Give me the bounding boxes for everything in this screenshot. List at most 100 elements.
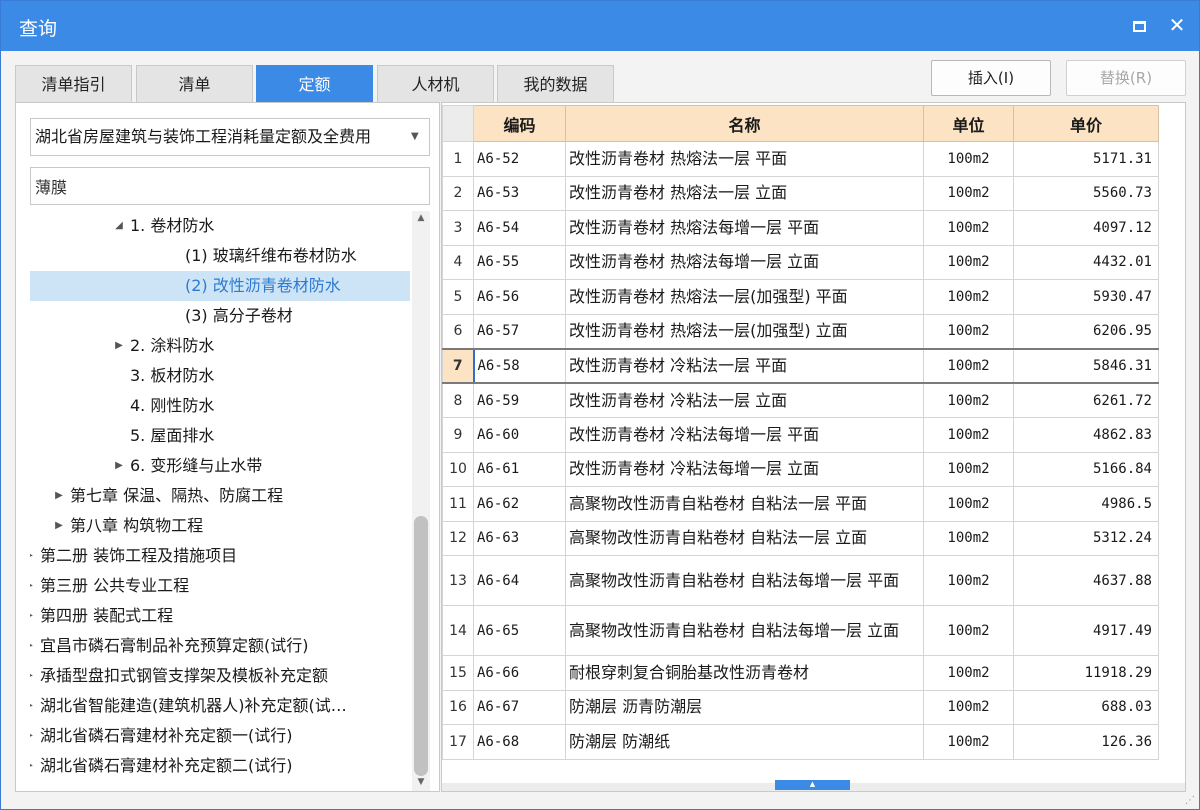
- price-cell[interactable]: 5560.73: [1013, 175, 1159, 211]
- row-index-cell[interactable]: 9: [442, 417, 474, 453]
- price-cell[interactable]: 4432.01: [1013, 244, 1159, 280]
- table-row[interactable]: 12 A6-63 高聚物改性沥青自粘卷材 自粘法一层 立面 100m2 5312.24: [442, 520, 1159, 556]
- table-row[interactable]: 13 A6-64 高聚物改性沥青自粘卷材 自粘法每增一层 平面 100m2 4637.8…: [442, 555, 1159, 606]
- name-cell[interactable]: 高聚物改性沥青自粘卷材 自粘法每增一层 立面: [565, 605, 924, 656]
- tree-node[interactable]: ▶ 6. 变形缝与止水带: [30, 451, 410, 481]
- scroll-grip-icon[interactable]: ▲: [775, 780, 850, 790]
- unit-cell[interactable]: 100m2: [923, 382, 1014, 418]
- table-row[interactable]: 15 A6-66 耐根穿刺复合铜胎基改性沥青卷材 100m2 11918.29: [442, 655, 1159, 691]
- expand-arrow-icon[interactable]: ▶: [30, 721, 36, 751]
- code-cell[interactable]: A6-60: [473, 417, 566, 453]
- name-cell[interactable]: 改性沥青卷材 热熔法一层(加强型) 平面: [565, 279, 924, 315]
- expand-arrow-icon[interactable]: ▶: [30, 661, 36, 691]
- row-index-cell[interactable]: 13: [442, 555, 474, 606]
- price-cell[interactable]: 4637.88: [1013, 555, 1159, 606]
- tree-node[interactable]: ▶ 第七章 保温、隔热、防腐工程: [30, 481, 410, 511]
- replace-button[interactable]: 替换(R): [1066, 60, 1186, 96]
- unit-cell[interactable]: 100m2: [923, 689, 1014, 725]
- tree-node[interactable]: 5. 屋面排水: [30, 421, 410, 451]
- name-cell[interactable]: 改性沥青卷材 热熔法一层 平面: [565, 141, 924, 177]
- unit-cell[interactable]: 100m2: [923, 175, 1014, 211]
- expand-arrow-icon[interactable]: ▶: [30, 601, 36, 631]
- code-cell[interactable]: A6-56: [473, 279, 566, 315]
- price-cell[interactable]: 4097.12: [1013, 210, 1159, 246]
- price-cell[interactable]: 5846.31: [1013, 347, 1159, 384]
- price-cell[interactable]: 11918.29: [1013, 655, 1159, 691]
- row-index-cell[interactable]: 5: [442, 279, 474, 315]
- unit-cell[interactable]: 100m2: [923, 555, 1014, 606]
- expand-arrow-icon[interactable]: ▶: [30, 751, 36, 781]
- name-cell[interactable]: 改性沥青卷材 热熔法每增一层 平面: [565, 210, 924, 246]
- scrollbar-thumb[interactable]: [414, 516, 428, 776]
- table-row[interactable]: 9 A6-60 改性沥青卷材 冷粘法每增一层 平面 100m2 4862.83: [442, 417, 1159, 453]
- search-input[interactable]: [30, 167, 430, 205]
- price-cell[interactable]: 4986.5: [1013, 486, 1159, 522]
- maximize-button[interactable]: [1127, 13, 1151, 37]
- row-index-cell[interactable]: 7: [442, 347, 474, 384]
- tree-scrollbar[interactable]: ▲ ▼: [412, 211, 430, 791]
- tab-my-data[interactable]: 我的数据: [497, 65, 614, 103]
- table-row[interactable]: 10 A6-61 改性沥青卷材 冷粘法每增一层 立面 100m2 5166.84: [442, 451, 1159, 487]
- code-cell[interactable]: A6-67: [473, 689, 566, 725]
- name-cell[interactable]: 改性沥青卷材 热熔法每增一层 立面: [565, 244, 924, 280]
- table-row[interactable]: 5 A6-56 改性沥青卷材 热熔法一层(加强型) 平面 100m2 5930.47: [442, 279, 1159, 315]
- expand-arrow-icon[interactable]: ▶: [112, 331, 126, 361]
- name-cell[interactable]: 改性沥青卷材 冷粘法一层 立面: [565, 382, 924, 418]
- tree-node[interactable]: ▶湖北省智能建造(建筑机器人)补充定额(试…: [30, 691, 410, 721]
- tab-bill[interactable]: 清单: [136, 65, 253, 103]
- tree-node[interactable]: ▶湖北省磷石膏建材补充定额二(试行): [30, 751, 410, 781]
- row-index-header[interactable]: [442, 105, 474, 142]
- table-row[interactable]: 8 A6-59 改性沥青卷材 冷粘法一层 立面 100m2 6261.72: [442, 382, 1159, 418]
- name-cell[interactable]: 改性沥青卷材 热熔法一层 立面: [565, 175, 924, 211]
- expand-arrow-icon[interactable]: ▶: [30, 571, 36, 601]
- name-cell[interactable]: 高聚物改性沥青自粘卷材 自粘法一层 平面: [565, 486, 924, 522]
- code-cell[interactable]: A6-65: [473, 605, 566, 656]
- tab-labor-material-machine[interactable]: 人材机: [377, 65, 494, 103]
- code-cell[interactable]: A6-54: [473, 210, 566, 246]
- tree-node[interactable]: ▶ 第八章 构筑物工程: [30, 511, 410, 541]
- price-cell[interactable]: 126.36: [1013, 724, 1159, 760]
- code-cell[interactable]: A6-59: [473, 382, 566, 418]
- tree-node[interactable]: ▶第三册 公共专业工程: [30, 571, 410, 601]
- row-index-cell[interactable]: 1: [442, 141, 474, 177]
- row-index-cell[interactable]: 8: [442, 382, 474, 418]
- unit-cell[interactable]: 100m2: [923, 451, 1014, 487]
- tree-node[interactable]: ▶ 2. 涂料防水: [30, 331, 410, 361]
- name-cell[interactable]: 改性沥青卷材 冷粘法一层 平面: [565, 347, 924, 384]
- row-index-cell[interactable]: 2: [442, 175, 474, 211]
- name-cell[interactable]: 耐根穿刺复合铜胎基改性沥青卷材: [565, 655, 924, 691]
- name-cell[interactable]: 改性沥青卷材 冷粘法每增一层 立面: [565, 451, 924, 487]
- tab-bill-guide[interactable]: 清单指引: [15, 65, 132, 103]
- column-header-price[interactable]: 单价: [1013, 105, 1159, 142]
- table-row[interactable]: 11 A6-62 高聚物改性沥青自粘卷材 自粘法一层 平面 100m2 4986.5: [442, 486, 1159, 522]
- table-row[interactable]: 4 A6-55 改性沥青卷材 热熔法每增一层 立面 100m2 4432.01: [442, 244, 1159, 280]
- row-index-cell[interactable]: 16: [442, 689, 474, 725]
- tree-node[interactable]: ◢ 1. 卷材防水: [30, 211, 410, 241]
- expand-arrow-icon[interactable]: ▶: [52, 511, 66, 541]
- code-cell[interactable]: A6-52: [473, 141, 566, 177]
- unit-cell[interactable]: 100m2: [923, 141, 1014, 177]
- unit-cell[interactable]: 100m2: [923, 655, 1014, 691]
- close-button[interactable]: ✕: [1165, 13, 1189, 37]
- expand-arrow-icon[interactable]: ▶: [52, 481, 66, 511]
- tree-node[interactable]: ▶第四册 装配式工程: [30, 601, 410, 631]
- price-cell[interactable]: 5930.47: [1013, 279, 1159, 315]
- unit-cell[interactable]: 100m2: [923, 520, 1014, 556]
- code-cell[interactable]: A6-64: [473, 555, 566, 606]
- tab-quota[interactable]: 定额: [256, 65, 373, 103]
- title-bar[interactable]: 查询 ✕: [1, 1, 1199, 51]
- row-index-cell[interactable]: 15: [442, 655, 474, 691]
- horizontal-scrollbar[interactable]: ▲: [442, 780, 1185, 791]
- tree-node[interactable]: (3) 高分子卷材: [30, 301, 410, 331]
- code-cell[interactable]: A6-63: [473, 520, 566, 556]
- row-index-cell[interactable]: 11: [442, 486, 474, 522]
- price-cell[interactable]: 5166.84: [1013, 451, 1159, 487]
- name-cell[interactable]: 防潮层 防潮纸: [565, 724, 924, 760]
- unit-cell[interactable]: 100m2: [923, 313, 1014, 349]
- code-cell[interactable]: A6-53: [473, 175, 566, 211]
- code-cell[interactable]: A6-61: [473, 451, 566, 487]
- table-row[interactable]: 2 A6-53 改性沥青卷材 热熔法一层 立面 100m2 5560.73: [442, 175, 1159, 211]
- table-row[interactable]: 3 A6-54 改性沥青卷材 热熔法每增一层 平面 100m2 4097.12: [442, 210, 1159, 246]
- name-cell[interactable]: 高聚物改性沥青自粘卷材 自粘法每增一层 平面: [565, 555, 924, 606]
- code-cell[interactable]: A6-58: [472, 347, 566, 384]
